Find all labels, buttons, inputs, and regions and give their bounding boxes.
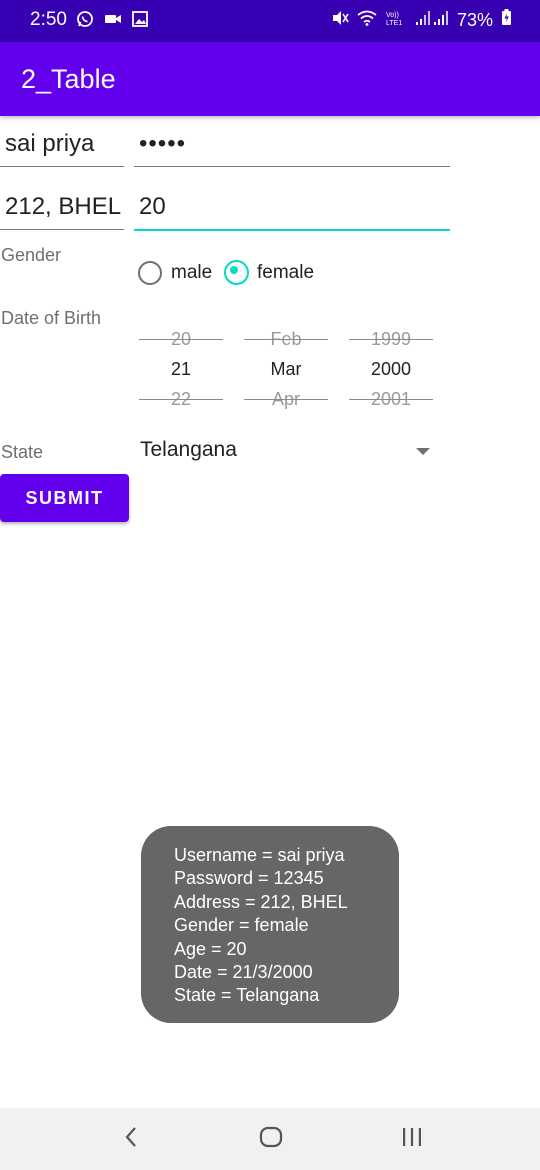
video-icon [104,12,122,31]
address-field[interactable]: 212, BHEL [0,193,124,230]
wifi-icon [357,10,377,31]
recents-button[interactable] [382,1108,442,1170]
month-picker[interactable]: Feb Mar Apr [244,328,328,410]
toast-line-username: Username = sai priya [174,845,345,865]
recents-icon [400,1126,424,1153]
mute-icon [331,10,349,31]
signal-icon [415,10,449,31]
status-time: 2:50 [30,9,67,30]
state-spinner-value[interactable]: Telangana [140,438,237,462]
app-bar: 2_Table [0,42,540,116]
female-radio-label[interactable]: female [257,262,314,284]
status-bar: 2:50 Vo)) LTE1 73% [0,0,540,42]
whatsapp-icon [76,10,94,33]
password-field[interactable]: ••••• [134,130,450,167]
back-icon [124,1126,138,1153]
back-button[interactable] [101,1108,161,1170]
svg-text:Vo)): Vo)) [386,12,399,19]
gender-label: Gender [1,245,62,265]
dropdown-arrow-icon[interactable] [416,448,430,455]
toast-line-password: Password = 12345 [174,868,324,889]
navigation-bar [0,1108,540,1170]
male-radio-button[interactable] [138,261,162,285]
home-icon [259,1126,283,1153]
dob-label: Date of Birth [1,308,102,328]
day-picker[interactable]: 20 21 22 [139,328,223,410]
day-picker-prev[interactable]: 20 [139,328,223,350]
status-system-icons: Vo)) LTE1 73% [331,9,512,31]
toast-message: Username = sai priya Password = 12345 Ad… [141,826,399,1023]
year-picker[interactable]: 1999 2000 2001 [349,328,433,410]
month-picker-next[interactable]: Apr [244,388,328,410]
status-notification-icons [76,10,148,33]
battery-icon [501,9,512,31]
month-picker-prev[interactable]: Feb [244,328,328,350]
year-picker-prev[interactable]: 1999 [349,328,433,350]
year-picker-selected[interactable]: 2000 [349,350,433,388]
home-button[interactable] [241,1108,301,1170]
day-picker-next[interactable]: 22 [139,388,223,410]
female-radio-button[interactable] [224,260,249,285]
svg-text:LTE1: LTE1 [386,20,402,26]
battery-percent: 73% [456,9,493,30]
toast-line-gender: Gender = female [174,915,309,936]
day-picker-selected[interactable]: 21 [139,350,223,388]
volte-icon: Vo)) LTE1 [385,10,407,31]
toast-line-date: Date = 21/3/2000 [174,962,313,983]
toast-line-state: State = Telangana [174,985,320,1006]
toast-line-age: Age = 20 [174,938,247,959]
age-field[interactable]: 20 [134,193,450,231]
year-picker-next[interactable]: 2001 [349,388,433,410]
male-radio-label[interactable]: male [171,262,212,284]
month-picker-selected[interactable]: Mar [244,350,328,388]
username-field[interactable]: sai priya [0,130,124,167]
state-label: State [1,442,44,462]
app-title: 2_Table [21,64,116,94]
toast-line-address: Address = 212, BHEL [174,891,348,912]
submit-button[interactable]: SUBMIT [0,474,129,522]
gallery-icon [132,11,148,32]
